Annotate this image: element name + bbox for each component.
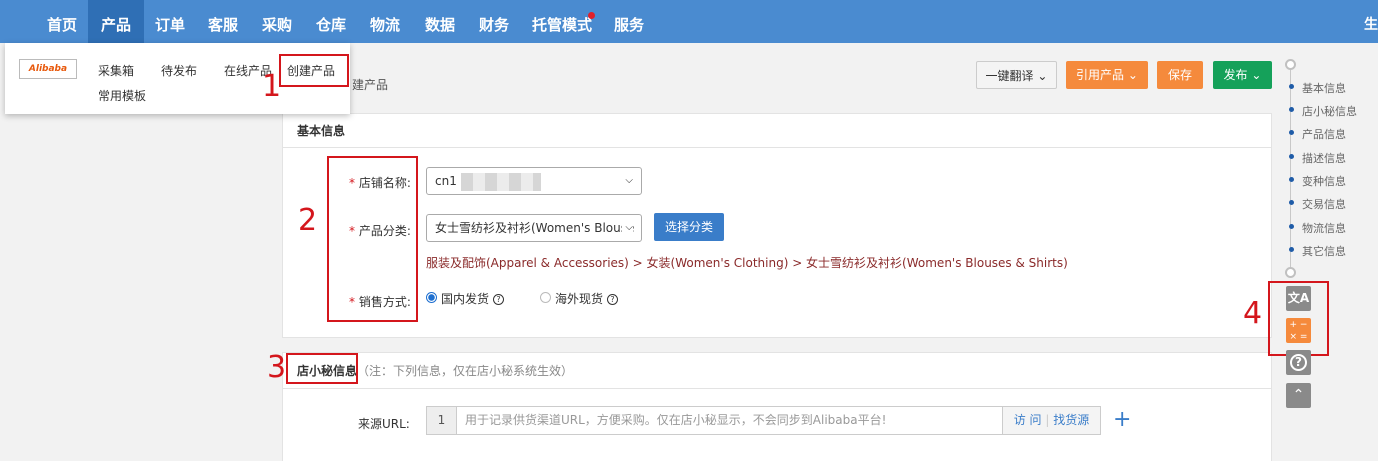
nav-finance[interactable]: 财务 bbox=[479, 0, 509, 43]
breadcrumb: 建产品 bbox=[352, 78, 389, 92]
chevron-down-icon: ⌄ bbox=[1127, 68, 1138, 82]
annotation-number-4: 4 bbox=[1243, 296, 1263, 331]
secretary-note: （注：下列信息，仅在店小秘系统生效） bbox=[357, 364, 574, 378]
dropdown-item-pending[interactable]: 待发布 bbox=[161, 62, 197, 79]
top-nav: 首页 产品 订单 客服 采购 仓库 物流 数据 财务 托管模式 服务 生 bbox=[0, 0, 1378, 43]
anchor-dot bbox=[1289, 177, 1294, 182]
find-supply-link[interactable]: 找货源 bbox=[1053, 413, 1089, 427]
help-icon[interactable]: ? bbox=[493, 294, 505, 305]
help-icon[interactable]: ? bbox=[1286, 350, 1311, 375]
back-to-top-icon[interactable]: ⌃ bbox=[1286, 383, 1311, 408]
blur-mask bbox=[460, 172, 541, 191]
nav-customer-service[interactable]: 客服 bbox=[208, 0, 238, 43]
translate-button[interactable]: 一键翻译 ⌄ bbox=[976, 61, 1057, 89]
nav-managed-mode[interactable]: 托管模式 bbox=[532, 0, 592, 43]
basic-info-title: 基本信息 bbox=[283, 114, 1271, 148]
nav-warehouse[interactable]: 仓库 bbox=[316, 0, 346, 43]
anchor-bottom-circle bbox=[1285, 267, 1296, 278]
publish-button[interactable]: 发布 ⌄ bbox=[1213, 61, 1272, 89]
translate-icon[interactable]: 文A bbox=[1286, 286, 1311, 311]
anchor-top-circle bbox=[1285, 59, 1296, 70]
chevron-down-icon: ⌄ bbox=[1037, 69, 1048, 83]
source-url-label: 来源URL: bbox=[358, 417, 410, 431]
annotation-number-3: 3 bbox=[267, 350, 287, 385]
anchor-dot bbox=[1289, 107, 1294, 112]
nav-logistics[interactable]: 物流 bbox=[370, 0, 400, 43]
chevron-down-icon: ⌄ bbox=[1251, 68, 1262, 82]
dropdown-item-templates[interactable]: 常用模板 bbox=[98, 87, 146, 104]
save-button[interactable]: 保存 bbox=[1157, 61, 1203, 89]
anchor-dot bbox=[1289, 224, 1294, 229]
dropdown-item-collect-box[interactable]: 采集箱 bbox=[98, 62, 134, 79]
annotation-box-2 bbox=[327, 156, 418, 322]
radio-overseas[interactable] bbox=[540, 292, 551, 303]
chevron-down-icon: ⌵ bbox=[622, 215, 633, 241]
anchor-logistics-info[interactable]: 物流信息 bbox=[1302, 220, 1346, 236]
anchor-product-info[interactable]: 产品信息 bbox=[1302, 126, 1346, 142]
annotation-box-1 bbox=[279, 54, 349, 87]
anchor-basic-info[interactable]: 基本信息 bbox=[1302, 80, 1346, 96]
nav-right-text[interactable]: 生 bbox=[1364, 14, 1378, 34]
nav-purchase[interactable]: 采购 bbox=[262, 0, 292, 43]
nav-products[interactable]: 产品 bbox=[88, 0, 145, 43]
chevron-down-icon: ⌵ bbox=[625, 175, 633, 186]
secretary-header: 店小秘信息（注：下列信息，仅在店小秘系统生效） bbox=[283, 353, 1271, 389]
anchor-dot bbox=[1289, 247, 1294, 252]
anchor-other-info[interactable]: 其它信息 bbox=[1302, 243, 1346, 259]
nav-data[interactable]: 数据 bbox=[425, 0, 455, 43]
category-select[interactable]: 女士雪纺衫及衬衫(Women's Blouse ⌵ bbox=[426, 214, 642, 242]
anchor-dot bbox=[1289, 84, 1294, 89]
choose-category-button[interactable]: 选择分类 bbox=[654, 213, 724, 241]
anchor-trade-info[interactable]: 交易信息 bbox=[1302, 196, 1346, 212]
anchor-description-info[interactable]: 描述信息 bbox=[1302, 150, 1346, 166]
annotation-number-2: 2 bbox=[298, 203, 318, 238]
reference-product-button[interactable]: 引用产品 ⌄ bbox=[1066, 61, 1148, 89]
anchor-rail bbox=[1290, 64, 1291, 273]
add-url-icon[interactable]: + bbox=[1113, 406, 1131, 434]
sale-option-overseas: 海外现货? bbox=[555, 290, 619, 307]
visit-link[interactable]: 访 问 bbox=[1014, 413, 1042, 427]
radio-domestic[interactable] bbox=[426, 292, 437, 303]
source-url-input[interactable]: 1 用于记录供货渠道URL，方便采购。仅在店小秘显示，不会同步到Alibaba平… bbox=[426, 406, 1101, 435]
annotation-box-3 bbox=[286, 353, 358, 384]
calculator-icon[interactable]: + − × = bbox=[1286, 318, 1311, 343]
source-url-placeholder: 用于记录供货渠道URL，方便采购。仅在店小秘显示，不会同步到Alibaba平台! bbox=[465, 413, 887, 427]
source-url-addon: 访 问 | 找货源 bbox=[1002, 407, 1100, 434]
nav-services[interactable]: 服务 bbox=[614, 0, 644, 43]
sale-option-domestic: 国内发货? bbox=[441, 290, 505, 307]
anchor-variant-info[interactable]: 变种信息 bbox=[1302, 173, 1346, 189]
alibaba-logo[interactable]: Alibaba bbox=[19, 59, 77, 79]
nav-orders[interactable]: 订单 bbox=[155, 0, 185, 43]
anchor-dot bbox=[1289, 130, 1294, 135]
help-icon[interactable]: ? bbox=[607, 294, 619, 305]
category-path[interactable]: 服装及配饰(Apparel & Accessories) > 女装(Women'… bbox=[426, 254, 1068, 271]
notification-dot bbox=[588, 12, 595, 19]
anchor-secretary-info[interactable]: 店小秘信息 bbox=[1302, 103, 1357, 119]
nav-home[interactable]: 首页 bbox=[47, 0, 77, 43]
anchor-dot bbox=[1289, 200, 1294, 205]
source-url-index: 1 bbox=[427, 407, 457, 434]
annotation-number-1: 1 bbox=[262, 69, 282, 104]
anchor-dot bbox=[1289, 154, 1294, 159]
store-select[interactable]: cn1 ⌵ bbox=[426, 167, 642, 195]
